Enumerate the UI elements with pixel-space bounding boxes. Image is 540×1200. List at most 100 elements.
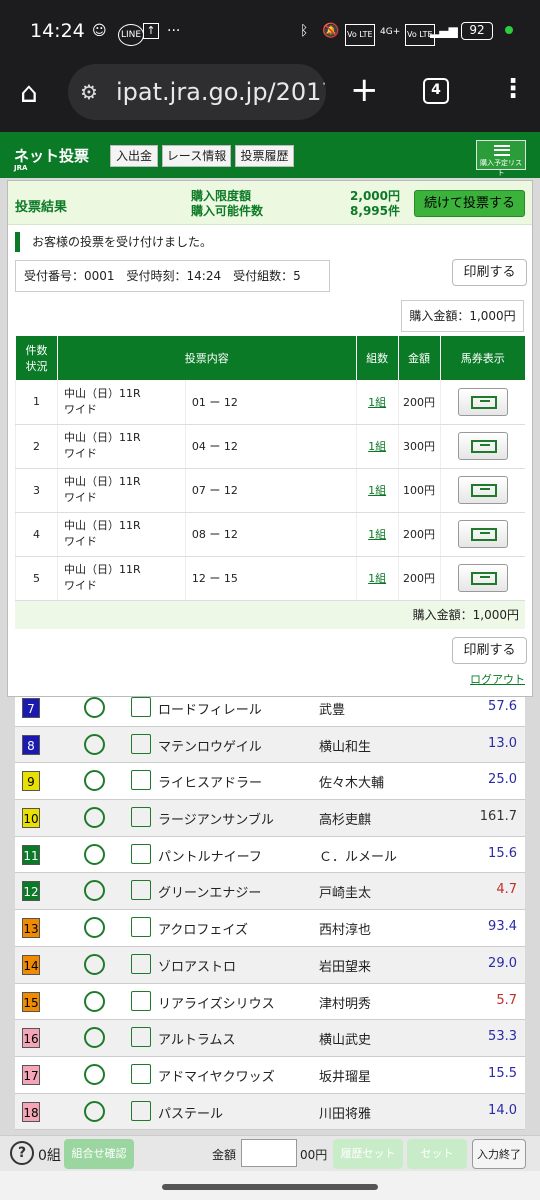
select-circle[interactable] xyxy=(84,953,105,975)
select-checkbox[interactable] xyxy=(131,917,151,938)
url-bar[interactable]: ⚙ ipat.jra.go.jp/2017/p xyxy=(68,64,326,120)
col-status: 件数 状況 xyxy=(15,336,58,380)
site-settings-icon[interactable]: ⚙ xyxy=(80,64,98,120)
ticket-view-button[interactable] xyxy=(457,432,508,460)
nav-deposit-button[interactable]: 入出金 xyxy=(110,145,158,167)
menu-icon[interactable]: ⋮ xyxy=(500,74,526,104)
col-status-label: 状況 xyxy=(25,360,48,373)
bet-row: 3 中山（日）11R ワイド 07 ー 12 1組 100円 xyxy=(15,468,525,513)
select-checkbox[interactable] xyxy=(131,990,151,1011)
bet-amount: 300円 xyxy=(397,424,441,469)
race-name: 中山（日）11R xyxy=(63,431,141,444)
bet-kumi-link[interactable]: 1組 xyxy=(355,512,399,557)
nav-history-button[interactable]: 投票履歴 xyxy=(235,145,294,167)
horse-number: 11 xyxy=(22,844,40,865)
vote-result-dialog: 投票結果 購入限度額 購入可能件数 2,000円 8,995件 続けて投票する … xyxy=(7,180,533,697)
avail-label: 購入可能件数 xyxy=(191,204,264,218)
select-checkbox[interactable] xyxy=(131,697,151,717)
ticket-view-button[interactable] xyxy=(457,564,508,592)
ticket-view-button[interactable] xyxy=(457,476,508,504)
new-tab-icon[interactable]: + xyxy=(350,70,379,110)
select-circle[interactable] xyxy=(84,917,105,939)
print-button-bottom[interactable]: 印刷する xyxy=(452,637,527,664)
select-checkbox[interactable] xyxy=(131,770,151,791)
purchase-amount: 購入金額：1,000円 xyxy=(401,300,524,332)
ticket-view-button[interactable] xyxy=(457,520,508,548)
jra-header: ネット投票 JRA 入出金 レース情報 投票履歴 xyxy=(0,132,540,178)
bet-type: ワイド xyxy=(63,491,97,504)
select-circle[interactable] xyxy=(84,990,105,1012)
horse-number: 15 xyxy=(22,991,40,1012)
ticket-view-button[interactable] xyxy=(457,387,508,416)
horse-name: パステール xyxy=(158,1106,224,1122)
horse-row: 10 ラージアンサンブル 高杉吏麒 161.7 xyxy=(15,800,525,837)
select-checkbox[interactable] xyxy=(131,880,151,901)
horse-name: ラージアンサンブル xyxy=(158,813,274,829)
input-end-button[interactable]: 入力終了 xyxy=(472,1139,526,1169)
logout-link[interactable]: ログアウト xyxy=(470,671,525,687)
jockey-name: Ｃ．ルメール xyxy=(319,849,398,865)
horse-row: 13 アクロフェイズ 西村淳也 93.4 xyxy=(15,910,525,947)
ticket-cell xyxy=(439,468,525,513)
select-circle[interactable] xyxy=(84,843,105,865)
url-text: ipat.jra.go.jp/2017/p xyxy=(116,78,326,106)
jra-logo[interactable]: ネット投票 JRA xyxy=(14,145,89,172)
col-count-label: 件数 xyxy=(25,344,48,357)
select-checkbox[interactable] xyxy=(131,733,151,754)
race-name: 中山（日）11R xyxy=(63,386,141,400)
purchase-list-button[interactable]: 購入予定リスト xyxy=(476,140,526,177)
bet-combo: 08 ー 12 xyxy=(184,512,357,557)
select-checkbox[interactable] xyxy=(131,1063,151,1084)
ticket-icon xyxy=(470,528,497,541)
jockey-name: 佐々木大輔 xyxy=(319,776,385,792)
bet-kumi-link[interactable]: 1組 xyxy=(355,468,399,513)
select-checkbox[interactable] xyxy=(131,843,151,864)
bet-row: 4 中山（日）11R ワイド 08 ー 12 1組 200円 xyxy=(15,512,525,557)
select-checkbox[interactable] xyxy=(131,1027,151,1048)
bet-number: 3 xyxy=(15,468,58,513)
home-icon[interactable]: ⌂ xyxy=(20,76,38,109)
jockey-name: 武豊 xyxy=(319,703,346,718)
select-circle[interactable] xyxy=(84,1100,105,1122)
horse-row: 14 ゾロアストロ 岩田望来 29.0 xyxy=(15,946,525,984)
bet-kumi-link[interactable]: 1組 xyxy=(355,424,399,469)
select-circle[interactable] xyxy=(84,880,105,902)
horse-name: ゾロアストロ xyxy=(158,959,237,975)
amount-input[interactable] xyxy=(241,1139,297,1167)
select-checkbox[interactable] xyxy=(131,1100,151,1121)
select-circle[interactable] xyxy=(84,807,105,829)
tab-switcher-icon[interactable]: 4 xyxy=(423,78,449,104)
status-bar: 14:24 ☺ LINE ↑ ··· ᛒ 🔕 Vo LTE 4G+ Vo LTE… xyxy=(0,0,540,62)
bet-type: ワイド xyxy=(63,402,97,416)
select-circle[interactable] xyxy=(84,770,105,792)
odds: 29.0 xyxy=(488,955,517,971)
bet-race: 中山（日）11R ワイド xyxy=(56,380,186,425)
select-circle[interactable] xyxy=(84,733,105,755)
odds: 93.4 xyxy=(488,919,517,935)
bet-amount: 200円 xyxy=(397,556,441,601)
print-button-top[interactable]: 印刷する xyxy=(452,259,527,286)
gesture-handle[interactable] xyxy=(162,1184,378,1190)
race-name: 中山（日）11R xyxy=(63,519,141,532)
horse-row: 15 リアライズシリウス 津村明秀 5.7 xyxy=(15,984,525,1021)
select-checkbox[interactable] xyxy=(131,807,151,828)
select-circle[interactable] xyxy=(84,1063,105,1085)
combo-confirm-button[interactable]: 組合せ確認 xyxy=(64,1139,134,1169)
bet-kumi-link[interactable]: 1組 xyxy=(355,556,399,601)
select-circle[interactable] xyxy=(84,697,105,718)
select-checkbox[interactable] xyxy=(131,953,151,974)
select-circle[interactable] xyxy=(84,1027,105,1049)
history-set-button[interactable]: 履歴セット xyxy=(333,1139,403,1169)
nav-race-info-button[interactable]: レース情報 xyxy=(162,145,231,167)
browser-toolbar: ⌂ ⚙ ipat.jra.go.jp/2017/p + 4 ⋮ xyxy=(0,62,540,132)
set-button[interactable]: セット xyxy=(407,1139,467,1169)
ticket-cell xyxy=(439,556,525,601)
horse-row: 8 マテンロウゲイル 横山和生 13.0 xyxy=(15,726,525,764)
clock: 14:24 xyxy=(30,20,85,42)
continue-vote-button[interactable]: 続けて投票する xyxy=(414,190,525,217)
bet-number: 5 xyxy=(15,556,58,601)
help-icon[interactable]: ? xyxy=(10,1141,34,1165)
avail-value: 8,995件 xyxy=(350,204,400,218)
bet-kumi-link[interactable]: 1組 xyxy=(355,380,399,425)
total-amount: 購入金額：1,000円 xyxy=(15,601,525,629)
